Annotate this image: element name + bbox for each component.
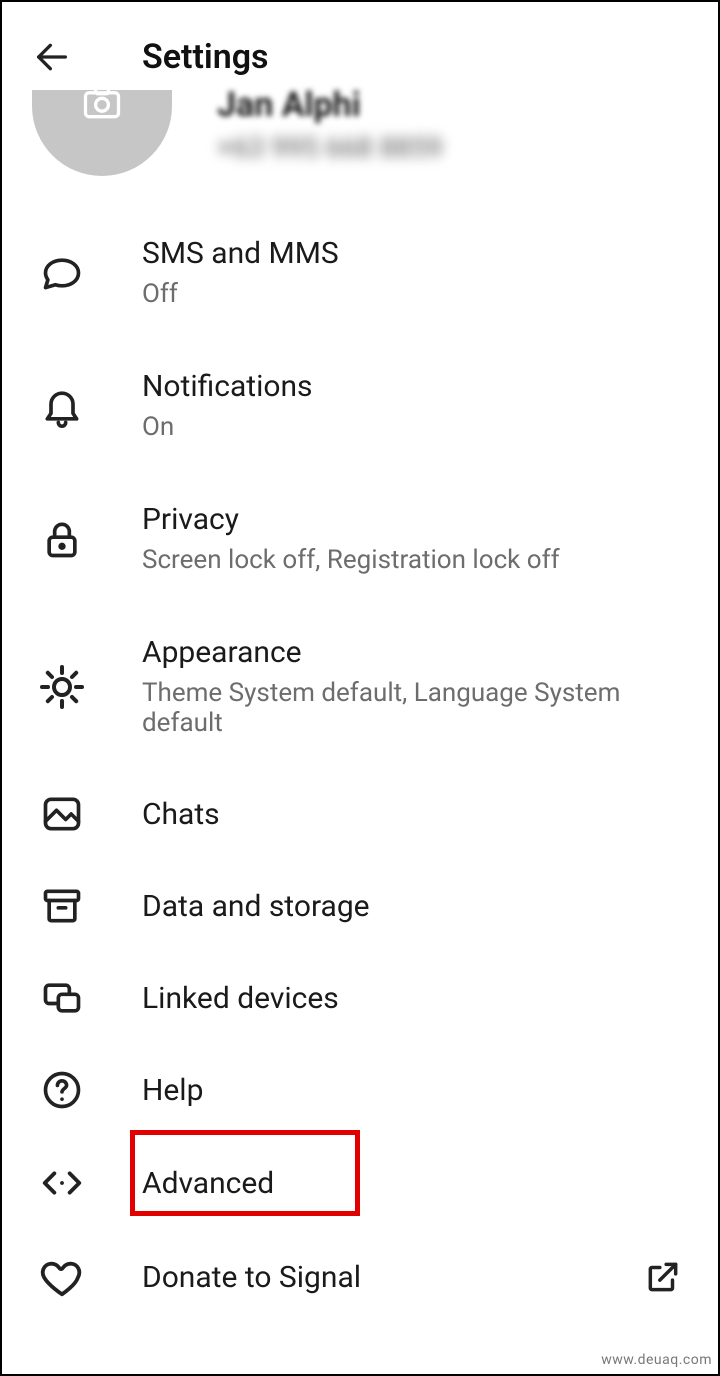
settings-item-data-storage[interactable]: Data and storage xyxy=(2,860,718,952)
settings-item-help[interactable]: Help xyxy=(2,1044,718,1136)
settings-item-sms[interactable]: SMS and MMS Off xyxy=(2,206,718,339)
back-button[interactable] xyxy=(22,27,82,87)
item-title: Appearance xyxy=(142,635,688,670)
item-title: Help xyxy=(142,1073,688,1108)
item-title: Chats xyxy=(142,797,688,832)
heart-icon xyxy=(39,1254,85,1300)
lock-icon xyxy=(40,517,84,561)
item-title: Advanced xyxy=(142,1166,688,1201)
archive-icon xyxy=(40,884,84,928)
settings-item-donate[interactable]: Donate to Signal xyxy=(2,1230,718,1324)
settings-list: SMS and MMS Off Notifications On Privacy… xyxy=(2,206,718,1324)
sun-icon xyxy=(38,663,86,711)
item-title: Notifications xyxy=(142,369,688,404)
settings-item-advanced[interactable]: Advanced xyxy=(2,1136,718,1230)
settings-item-appearance[interactable]: Appearance Theme System default, Languag… xyxy=(2,605,718,768)
item-subtitle: Screen lock off, Registration lock off xyxy=(142,545,688,575)
arrow-left-icon xyxy=(32,37,72,77)
code-icon xyxy=(39,1160,85,1206)
external-link-icon xyxy=(644,1258,682,1296)
settings-item-chats[interactable]: Chats xyxy=(2,768,718,860)
settings-item-notifications[interactable]: Notifications On xyxy=(2,339,718,472)
settings-item-linked-devices[interactable]: Linked devices xyxy=(2,952,718,1044)
page-title: Settings xyxy=(142,37,269,77)
profile-name: Jan Alphi xyxy=(217,85,443,125)
item-title: SMS and MMS xyxy=(142,236,688,271)
item-subtitle: Theme System default, Language System de… xyxy=(142,678,688,738)
item-title: Linked devices xyxy=(142,981,688,1016)
item-title: Privacy xyxy=(142,502,688,537)
external-link-button[interactable] xyxy=(638,1258,688,1296)
devices-icon xyxy=(40,976,84,1020)
camera-icon xyxy=(80,90,124,124)
help-icon xyxy=(40,1068,84,1112)
bell-icon xyxy=(40,384,84,428)
image-icon xyxy=(40,792,84,836)
watermark: www.deuaq.com xyxy=(601,1352,712,1368)
avatar xyxy=(32,90,172,176)
item-subtitle: Off xyxy=(142,279,688,309)
item-subtitle: On xyxy=(142,412,688,442)
item-title: Data and storage xyxy=(142,889,688,924)
profile-phone: +63 995 668 8859 xyxy=(217,131,443,164)
chat-bubble-icon xyxy=(40,251,84,295)
profile-row[interactable]: Jan Alphi +63 995 668 8859 xyxy=(2,90,718,206)
item-title: Donate to Signal xyxy=(142,1260,638,1295)
settings-item-privacy[interactable]: Privacy Screen lock off, Registration lo… xyxy=(2,472,718,605)
